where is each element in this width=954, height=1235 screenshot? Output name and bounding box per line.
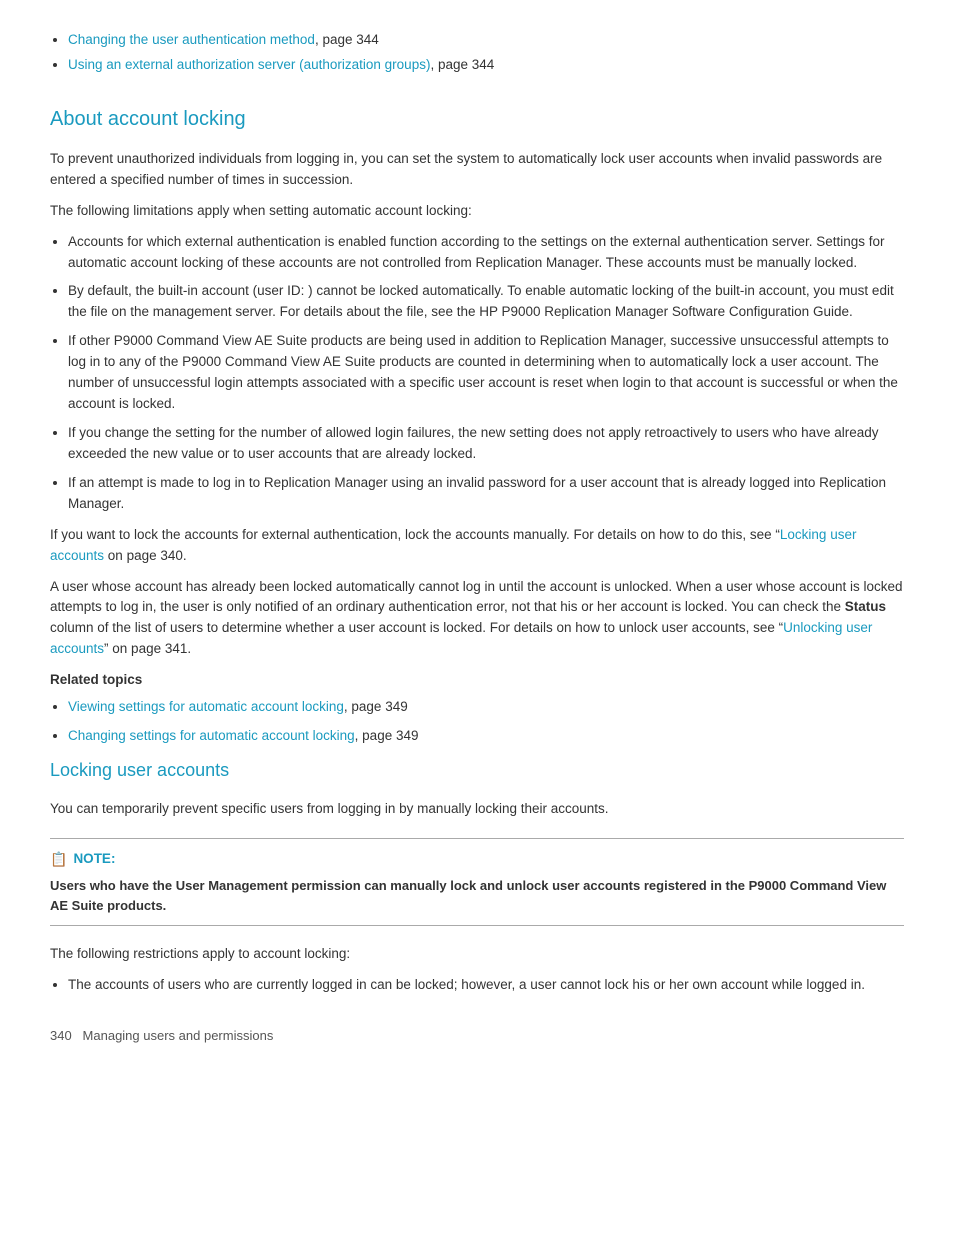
after-bullets-para-1: If you want to lock the accounts for ext… bbox=[50, 525, 904, 567]
after-bullets-2-end: column of the list of users to determine… bbox=[50, 620, 783, 635]
locking-intro: You can temporarily prevent specific use… bbox=[50, 799, 904, 820]
top-link-1[interactable]: Changing the user authentication method bbox=[68, 32, 315, 47]
restriction-1: The accounts of users who are currently … bbox=[68, 975, 904, 996]
after-bullets-2-start: A user whose account has already been lo… bbox=[50, 579, 903, 615]
locking-page: on page 340. bbox=[104, 548, 187, 563]
note-box: 📋 NOTE: Users who have the User Manageme… bbox=[50, 838, 904, 927]
related-bullet-2: Changing settings for automatic account … bbox=[68, 726, 904, 747]
unlocking-suffix: ” on page 341. bbox=[104, 641, 191, 656]
after-bullets-1-start: If you want to lock the accounts for ext… bbox=[50, 527, 780, 542]
about-section-title: About account locking bbox=[50, 104, 904, 135]
after-note-para: The following restrictions apply to acco… bbox=[50, 944, 904, 965]
note-header: 📋 NOTE: bbox=[50, 849, 904, 871]
page-number: 340 bbox=[50, 1028, 72, 1043]
about-bullet-3: If other P9000 Command View AE Suite pro… bbox=[68, 331, 904, 415]
top-link-2-suffix: , page 344 bbox=[430, 57, 494, 72]
restrictions-list: The accounts of users who are currently … bbox=[50, 975, 904, 996]
about-bullets-list: Accounts for which external authenticati… bbox=[50, 232, 904, 515]
about-para-1: To prevent unauthorized individuals from… bbox=[50, 149, 904, 191]
note-label: NOTE: bbox=[73, 849, 115, 870]
note-content: Users who have the User Management permi… bbox=[50, 876, 904, 915]
related-link-1[interactable]: Viewing settings for automatic account l… bbox=[68, 699, 344, 714]
about-bullet-5: If an attempt is made to log in to Repli… bbox=[68, 473, 904, 515]
top-link-item-1: Changing the user authentication method,… bbox=[68, 30, 904, 51]
about-para-2: The following limitations apply when set… bbox=[50, 201, 904, 222]
about-bullet-4: If you change the setting for the number… bbox=[68, 423, 904, 465]
top-links-list: Changing the user authentication method,… bbox=[50, 30, 904, 76]
page-footer: 340 Managing users and permissions bbox=[50, 1026, 904, 1046]
related-link-2[interactable]: Changing settings for automatic account … bbox=[68, 728, 355, 743]
footer-text: Managing users and permissions bbox=[83, 1028, 274, 1043]
top-link-item-2: Using an external authorization server (… bbox=[68, 55, 904, 76]
locking-section-title: Locking user accounts bbox=[50, 757, 904, 785]
after-bullets-para-2: A user whose account has already been lo… bbox=[50, 577, 904, 661]
related-link-2-suffix: , page 349 bbox=[355, 728, 419, 743]
about-bullet-2: By default, the built-in account (user I… bbox=[68, 281, 904, 323]
top-link-2[interactable]: Using an external authorization server (… bbox=[68, 57, 430, 72]
related-bullet-1: Viewing settings for automatic account l… bbox=[68, 697, 904, 718]
note-icon: 📋 bbox=[50, 849, 67, 871]
status-bold: Status bbox=[845, 599, 886, 614]
about-bullet-1: Accounts for which external authenticati… bbox=[68, 232, 904, 274]
related-topics-label: Related topics bbox=[50, 670, 904, 691]
top-link-1-suffix: , page 344 bbox=[315, 32, 379, 47]
related-bullets-list: Viewing settings for automatic account l… bbox=[50, 697, 904, 747]
related-link-1-suffix: , page 349 bbox=[344, 699, 408, 714]
